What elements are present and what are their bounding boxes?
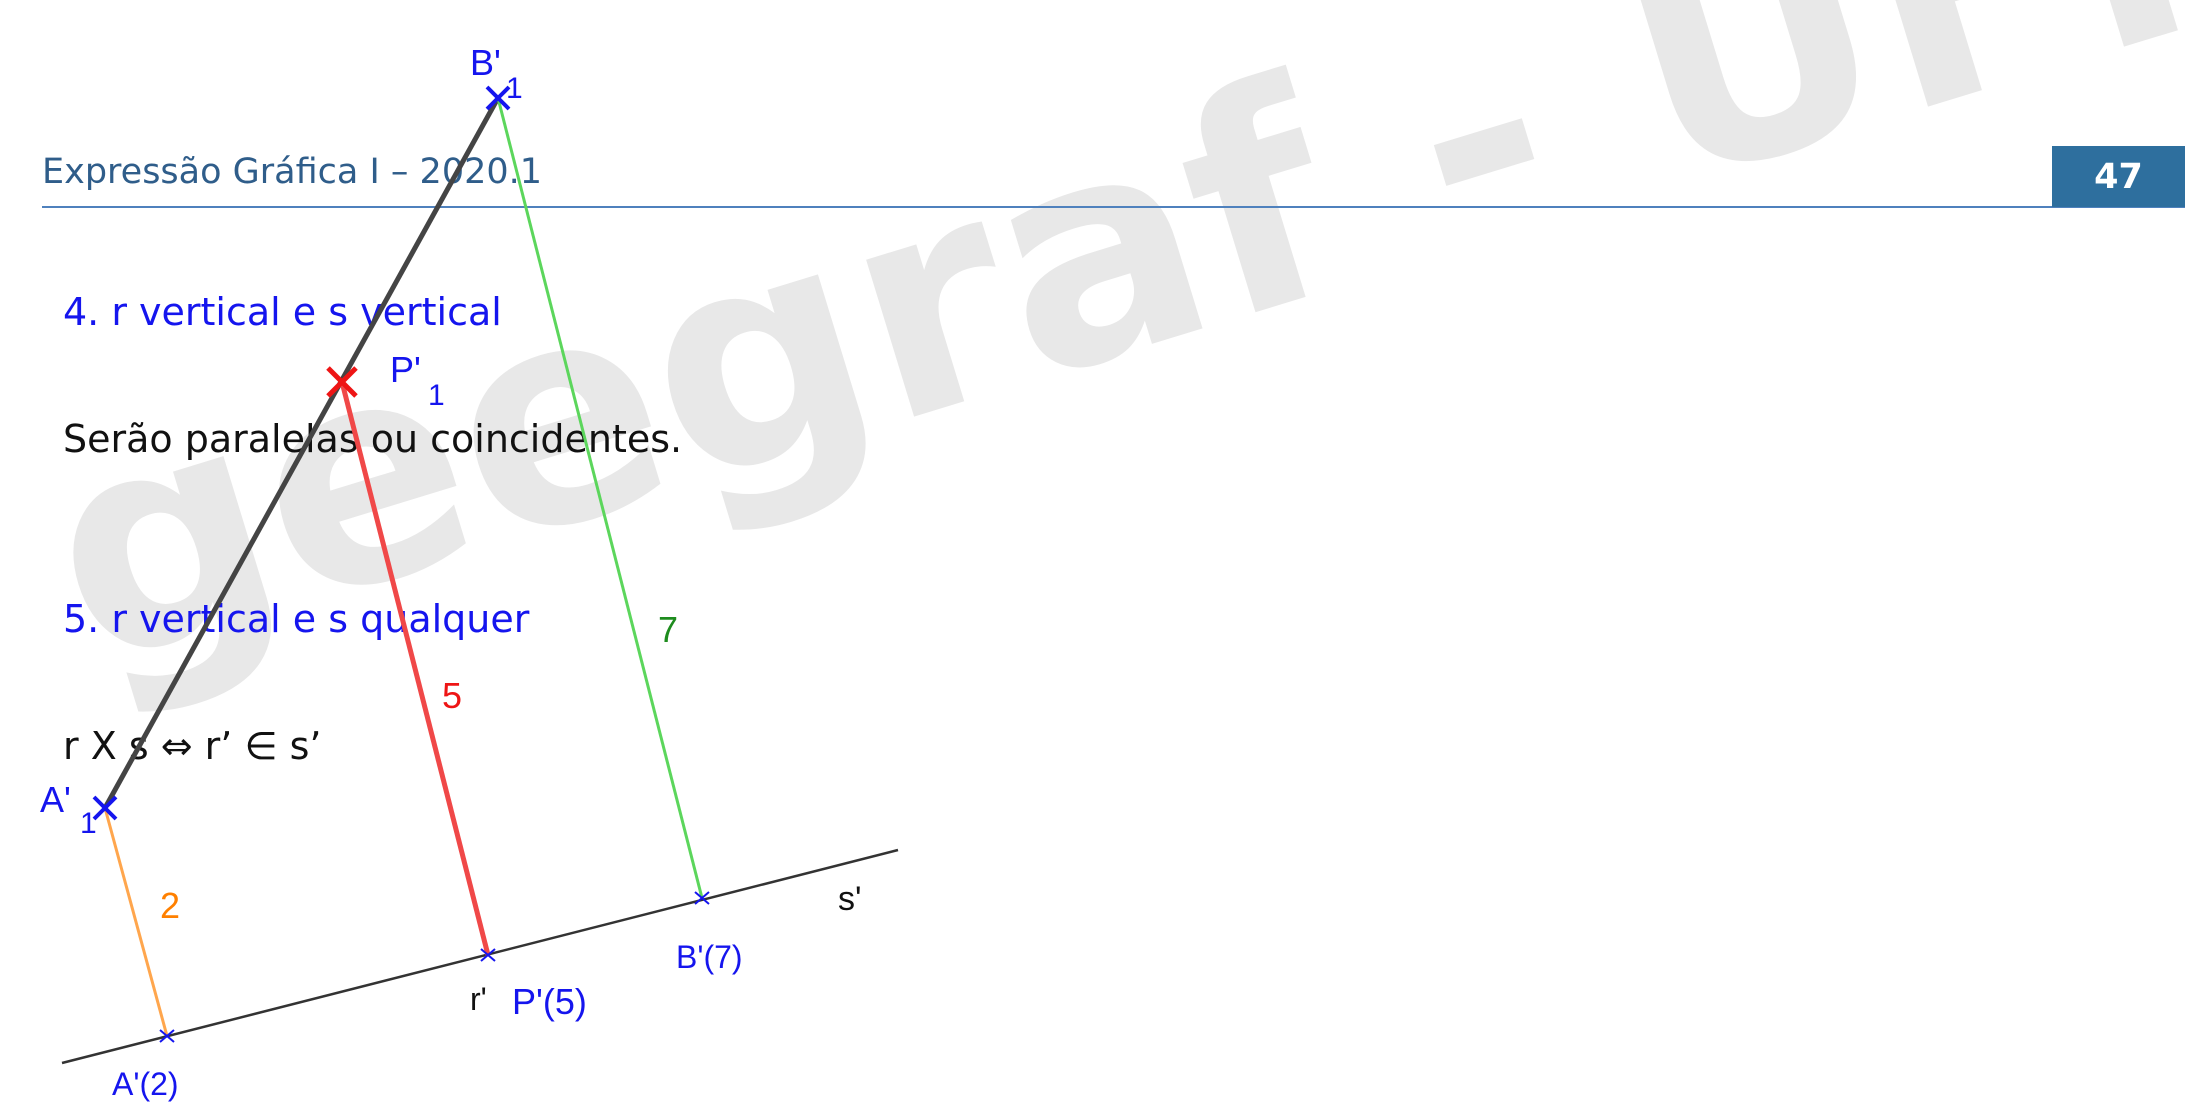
label-p5: P'(5) — [512, 981, 587, 1022]
label-a2: A'(2) — [112, 1066, 179, 1102]
line-a1-b1 — [102, 96, 501, 810]
label-line-5: 5 — [442, 675, 462, 716]
label-p1: P' — [390, 349, 421, 390]
label-a1-sub: 1 — [80, 807, 97, 840]
line-projection-7 — [496, 97, 704, 899]
marker-a1 — [92, 795, 118, 821]
label-r-prime: r' — [470, 981, 487, 1017]
line-projection-5 — [339, 381, 491, 956]
label-a1: A' — [40, 779, 71, 820]
label-b7: B'(7) — [676, 939, 743, 975]
line-projection-2 — [103, 807, 169, 1037]
line-s-prime — [61, 848, 899, 1065]
label-b1: B' — [470, 42, 501, 83]
label-p1-sub: 1 — [428, 379, 445, 412]
projection-diagram: B' 1 P' 1 A' 1 7 5 2 s' B'(7) r' P'(5) A… — [40, 42, 899, 1102]
label-b1-sub: 1 — [506, 72, 523, 105]
label-line-2: 2 — [160, 885, 180, 926]
label-s-prime: s' — [838, 880, 862, 918]
label-line-7: 7 — [658, 609, 678, 650]
